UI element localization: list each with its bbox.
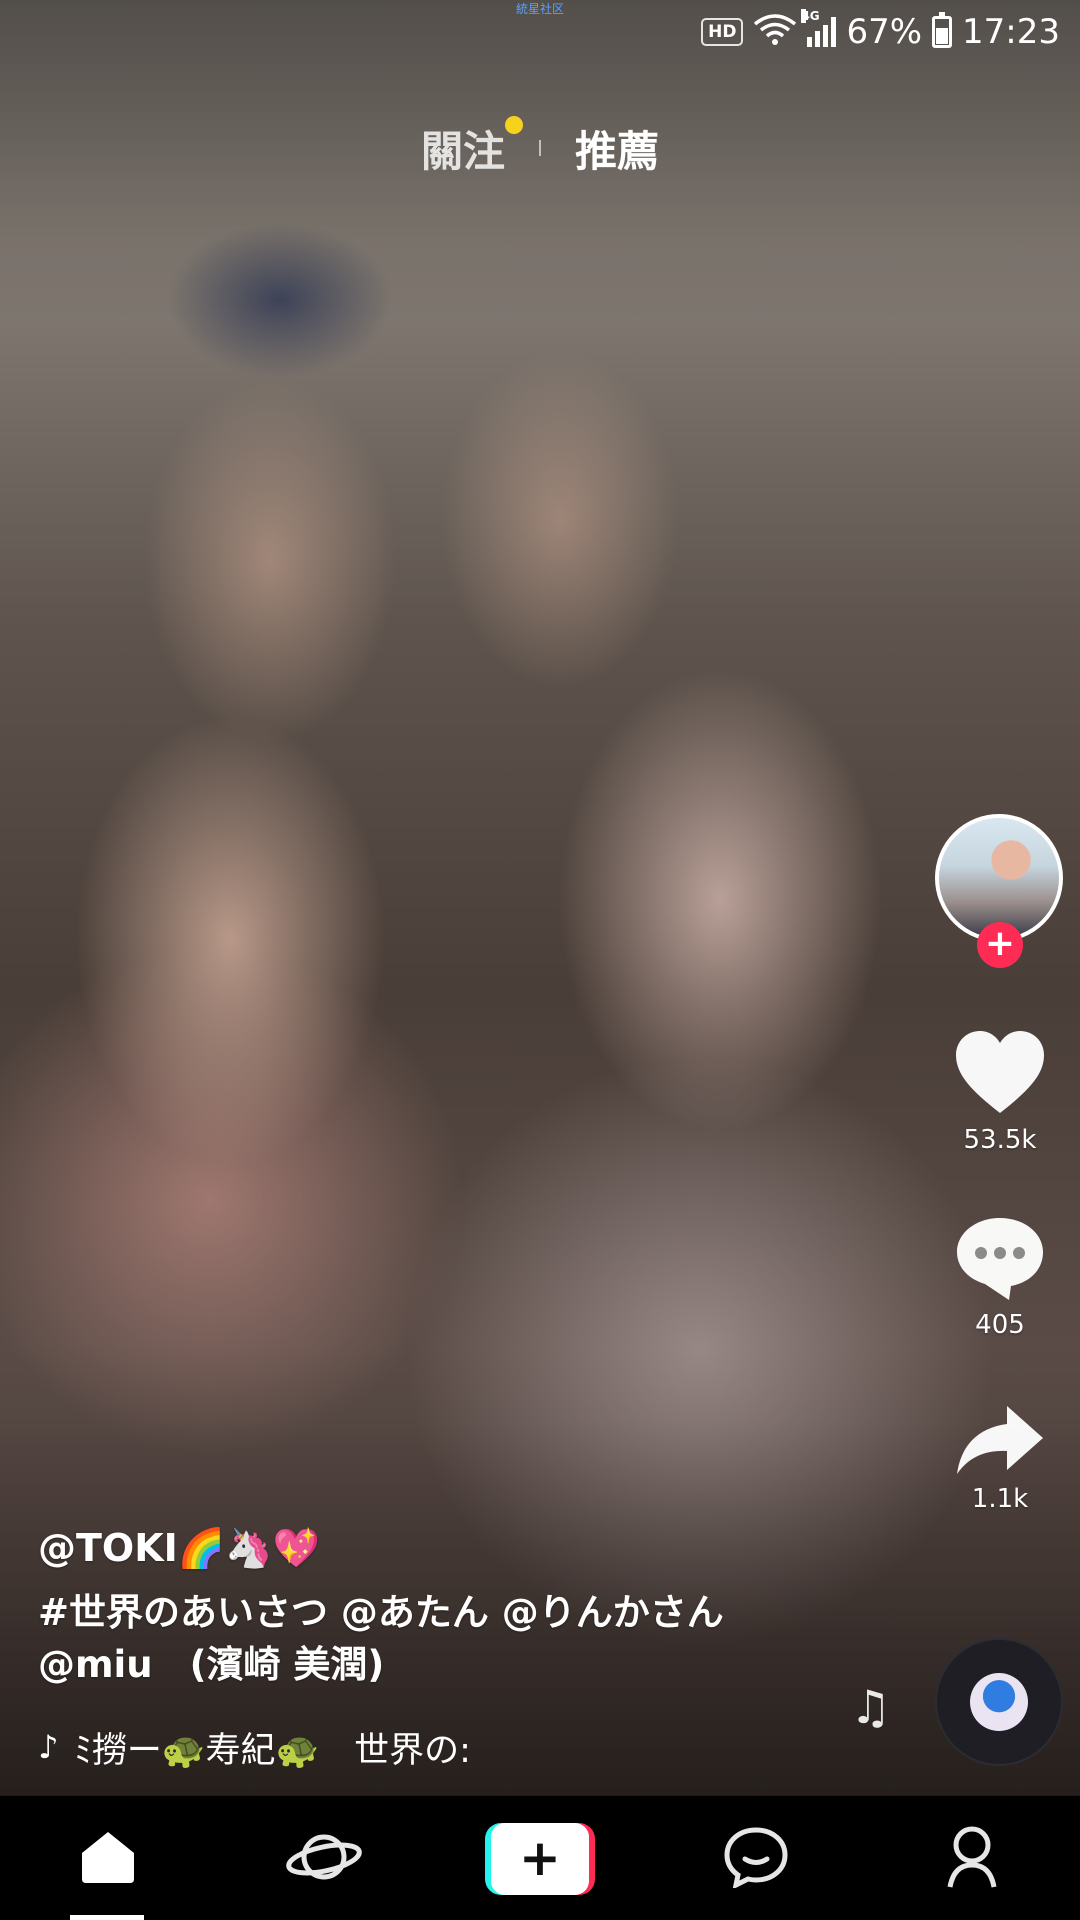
discover-planet-icon[interactable] xyxy=(284,1827,364,1891)
video-caption: @TOKI🌈🦄💖 #世界のあいさつ @あたん @りんかさん @miu (濱崎 美… xyxy=(38,1526,798,1691)
new-content-dot xyxy=(505,115,523,134)
hd-badge: HD xyxy=(701,18,744,46)
tab-following-label: 關注 xyxy=(420,126,505,176)
description-line-1[interactable]: #世界のあいさつ @あたん @りんかさん xyxy=(38,1587,798,1639)
bottom-nav: + xyxy=(0,1795,1080,1920)
music-title: ﾐ撈ー🐢寿紀🐢 世界の: xyxy=(74,1730,471,1771)
tab-following[interactable]: 關注 xyxy=(420,115,523,179)
floating-music-note-icon: ♫ xyxy=(850,1680,892,1734)
music-ticker[interactable]: ♪ ﾐ撈ー🐢寿紀🐢 世界の: xyxy=(38,1725,544,1771)
like-count: 53.5k xyxy=(963,1125,1037,1155)
creator-username[interactable]: @TOKI🌈🦄💖 xyxy=(38,1526,798,1571)
create-button-face: + xyxy=(491,1822,589,1895)
video-description: #世界のあいさつ @あたん @りんかさん @miu (濱崎 美潤) xyxy=(38,1587,798,1691)
share-arrow-icon[interactable] xyxy=(955,1406,1045,1480)
network-type-label: 4G xyxy=(801,9,820,23)
comment-icon[interactable] xyxy=(953,1218,1047,1306)
wifi-icon xyxy=(753,14,797,50)
feed-tabs: 關注 推薦 xyxy=(0,115,1080,179)
cell-signal-icon: 4G xyxy=(801,9,837,47)
tab-for-you-label: 推薦 xyxy=(575,126,660,176)
inbox-chat-icon[interactable] xyxy=(723,1826,789,1892)
share-count: 1.1k xyxy=(971,1484,1029,1514)
like-action[interactable]: 53.5k xyxy=(920,1029,1080,1155)
battery-icon xyxy=(932,12,953,48)
music-disc[interactable] xyxy=(935,1638,1063,1766)
profile-icon[interactable] xyxy=(944,1825,1000,1893)
battery-percent: 67% xyxy=(846,12,923,52)
comment-action[interactable]: 405 xyxy=(920,1214,1080,1340)
tab-divider xyxy=(539,140,541,156)
status-bar: 統星社区 HD 4G 67% 17:23 xyxy=(0,0,1080,60)
nav-discover[interactable] xyxy=(216,1796,432,1920)
status-bar-right: HD 4G 67% 17:23 xyxy=(701,9,1060,54)
home-icon[interactable] xyxy=(78,1829,138,1889)
follow-button[interactable]: + xyxy=(977,922,1023,968)
create-plus-icon[interactable]: + xyxy=(485,1822,595,1895)
clock: 17:23 xyxy=(962,12,1060,52)
music-note-icon: ♪ xyxy=(38,1728,59,1766)
active-tab-indicator xyxy=(70,1915,144,1920)
tab-for-you[interactable]: 推薦 xyxy=(575,118,659,179)
comment-count: 405 xyxy=(975,1310,1025,1340)
description-line-2[interactable]: @miu (濱崎 美潤) xyxy=(38,1639,798,1691)
nav-create[interactable]: + xyxy=(432,1796,648,1920)
heart-icon[interactable] xyxy=(952,1031,1048,1121)
share-action[interactable]: 1.1k xyxy=(920,1404,1080,1514)
nav-inbox[interactable] xyxy=(648,1796,864,1920)
nav-home[interactable] xyxy=(0,1796,216,1920)
nav-profile[interactable] xyxy=(864,1796,1080,1920)
